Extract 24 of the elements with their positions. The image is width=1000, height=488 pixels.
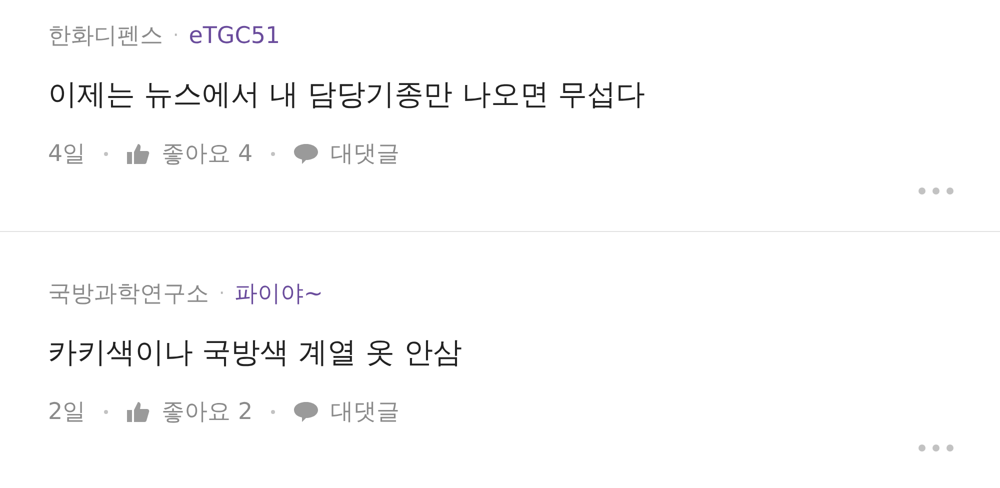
company-name: 한화디펜스: [48, 22, 163, 51]
dot-separator: [270, 152, 275, 156]
speech-bubble-icon[interactable]: [292, 401, 319, 423]
reply-button[interactable]: 대댓글: [330, 394, 400, 430]
nickname[interactable]: 파이야~: [234, 276, 324, 312]
dot-separator: [270, 410, 275, 414]
comment-time: 2일: [48, 398, 86, 427]
separator: ·: [219, 282, 225, 306]
dot-separator: [104, 152, 108, 156]
nickname[interactable]: eTGC51: [188, 18, 280, 54]
separator: ·: [173, 24, 179, 48]
comment-time: 4일: [48, 140, 86, 169]
like-button[interactable]: 좋아요 4: [162, 136, 253, 172]
company-name: 국방과학연구소: [48, 280, 209, 309]
more-options-icon[interactable]: [918, 187, 954, 195]
like-button[interactable]: 좋아요 2: [162, 394, 253, 430]
reply-button[interactable]: 대댓글: [330, 136, 400, 172]
dot-separator: [104, 410, 108, 414]
comment-text: 이제는 뉴스에서 내 담당기종만 나오면 무섭다: [48, 76, 646, 113]
more-options-icon[interactable]: [918, 444, 954, 452]
thumbs-up-icon[interactable]: [126, 401, 150, 423]
comment-text: 카키색이나 국방색 계열 옷 안삼: [48, 334, 463, 371]
speech-bubble-icon[interactable]: [292, 143, 319, 165]
thumbs-up-icon[interactable]: [126, 143, 150, 165]
